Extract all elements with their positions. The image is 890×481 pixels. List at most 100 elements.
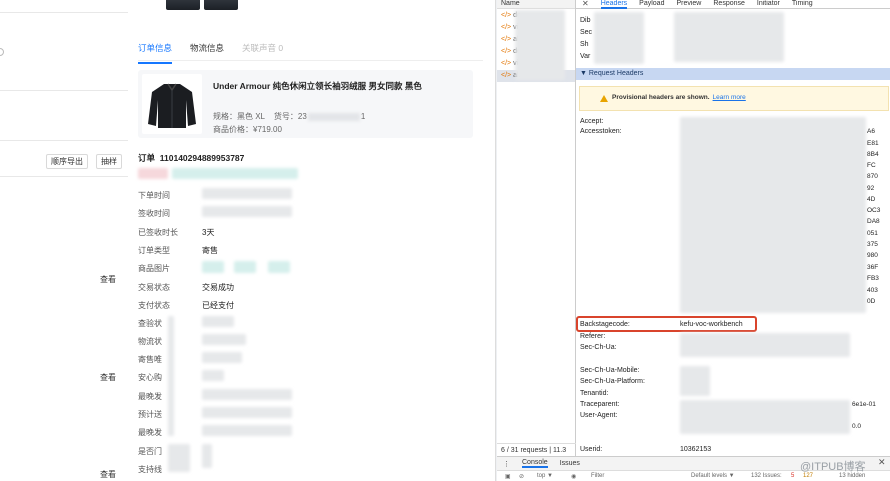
tab-initiator[interactable]: Initiator — [757, 0, 780, 7]
field-label: 商品图片 — [138, 264, 170, 273]
order-label: 订单 — [138, 153, 156, 163]
label-blur — [168, 316, 174, 436]
header-backstagecode: Backstagecode: — [580, 321, 630, 328]
field-label: 是否门 — [138, 447, 162, 456]
divider — [0, 176, 128, 177]
detail-tabs: ✕ Headers Payload Preview Response Initi… — [576, 0, 890, 9]
view-link[interactable]: 查看 — [100, 469, 116, 480]
response-header-name: Sh — [580, 41, 589, 48]
value-blur — [202, 425, 292, 436]
export-button[interactable]: 顺序导出 — [46, 154, 88, 169]
image-blur — [202, 261, 224, 273]
image-blur — [234, 261, 256, 273]
sku-prefix: 23 — [297, 112, 307, 121]
product-thumbnails — [166, 0, 238, 10]
backstagecode-value[interactable]: kefu-voc-workbench — [680, 321, 743, 328]
token-fragment: 870 — [867, 173, 878, 180]
watermark: @ITPUB博客 — [800, 461, 866, 473]
close-icon[interactable]: ✕ — [582, 0, 589, 8]
tab-headers[interactable]: Headers — [600, 0, 628, 9]
eye-icon[interactable]: ◉ — [571, 473, 576, 480]
devtools-panel: Name </>de </>vi </>all </>de </>vi </>a… — [497, 0, 890, 481]
field-label: 签收时间 — [138, 209, 170, 218]
field-label: 支付状态 — [138, 301, 170, 310]
field-label: 交易状态 — [138, 283, 170, 292]
sample-button[interactable]: 抽样 — [96, 154, 122, 169]
divider — [0, 12, 128, 13]
platform-blur — [680, 366, 710, 396]
tab-issues[interactable]: Issues — [560, 460, 580, 467]
spec-value: 黑色 XL — [237, 112, 266, 121]
field-value: 交易成功 — [202, 283, 234, 292]
token-fragment: 403 — [867, 287, 878, 294]
product-title: Under Armour 纯色休闲立领长袖羽绒服 男女同款 黑色 — [213, 81, 422, 91]
sku-label: 货号： — [273, 112, 298, 121]
divider — [0, 140, 128, 141]
spec-label: 规格： — [213, 112, 237, 121]
field-label: 物流状 — [138, 337, 162, 346]
userid-value: 10362153 — [680, 446, 712, 453]
menu-icon[interactable]: ⋮ — [503, 460, 510, 468]
field-label: 最晚发 — [138, 392, 162, 401]
useragent-blur — [680, 400, 850, 434]
header-sec-ch-ua: Sec-Ch-Ua: — [580, 344, 617, 351]
header-accesstoken: Accesstoken: — [580, 128, 622, 135]
field-value: 已经支付 — [202, 301, 234, 310]
requests-size: 11.3 — [553, 447, 567, 454]
close-icon[interactable]: ✕ — [878, 457, 886, 468]
xhr-icon: </> — [501, 60, 512, 67]
request-headers-section[interactable]: ▼ Request Headers — [576, 68, 890, 80]
value-blur — [202, 316, 234, 327]
divider — [0, 90, 128, 91]
background-app: 顺序导出 抽样 查看 查看 查看 — [0, 0, 128, 481]
sku-suffix: 1 — [360, 112, 366, 121]
referer-blur — [680, 333, 850, 357]
xhr-icon: </> — [501, 36, 512, 43]
tag-blur — [138, 168, 168, 179]
radio-icon[interactable] — [0, 48, 4, 56]
product-card: Under Armour 纯色休闲立领长袖羽绒服 男女同款 黑色 规格：黑色 X… — [138, 70, 473, 138]
field-label: 下单时间 — [138, 191, 170, 200]
filter-input[interactable]: Filter — [591, 473, 604, 479]
header-accept: Accept: — [580, 118, 604, 125]
product-thumbnail[interactable] — [166, 0, 200, 10]
token-fragment: FB3 — [867, 275, 879, 282]
learn-more-link[interactable]: Learn more — [713, 94, 746, 101]
value-blur — [202, 444, 212, 468]
name-column-header[interactable]: Name — [497, 0, 575, 9]
field-label: 预计送 — [138, 410, 162, 419]
response-values-blur — [674, 12, 784, 62]
tab-timing[interactable]: Timing — [792, 0, 813, 7]
product-thumbnail[interactable] — [204, 0, 238, 10]
network-request-list: Name </>de </>vi </>all </>de </>vi </>a… — [497, 0, 576, 456]
field-value: 3天 — [202, 228, 215, 237]
value-blur — [202, 334, 246, 345]
field-label: 订单类型 — [138, 246, 170, 255]
xhr-icon: </> — [501, 12, 512, 19]
value-blur — [202, 389, 292, 400]
token-fragment: 051 — [867, 230, 878, 237]
token-fragment: DA8 — [867, 218, 880, 225]
image-blur — [268, 261, 290, 273]
clear-console-icon[interactable]: ⊘ — [519, 473, 524, 480]
header-sec-ch-ua-mobile: Sec-Ch-Ua-Mobile: — [580, 367, 640, 374]
sidebar-toggle-icon[interactable]: ▣ — [505, 473, 511, 480]
issues-count[interactable]: 132 Issues: — [751, 473, 782, 479]
order-tags — [138, 168, 298, 179]
view-link[interactable]: 查看 — [100, 372, 116, 383]
tab-preview[interactable]: Preview — [676, 0, 701, 7]
log-levels-dropdown[interactable]: Default levels ▼ — [691, 473, 735, 479]
view-link[interactable]: 查看 — [100, 274, 116, 285]
order-detail-drawer: 订单信息 物流信息 关联声音 0 Under Armour 纯色休闲立领长袖羽绒… — [128, 0, 496, 481]
token-fragment: 375 — [867, 241, 878, 248]
requests-count: 6 / 31 requests — [501, 447, 548, 454]
request-detail: ✕ Headers Payload Preview Response Initi… — [576, 0, 890, 456]
tab-console[interactable]: Console — [522, 459, 548, 468]
screen: 顺序导出 抽样 查看 查看 查看 订单信息 物流信息 关联声音 0 Under … — [0, 0, 890, 481]
product-spec: 规格：黑色 XL 货号：23 1 — [213, 111, 365, 122]
price-label: 商品价格： — [213, 125, 253, 134]
order-number-value[interactable]: 110140294889953787 — [160, 153, 245, 163]
context-selector[interactable]: top ▼ — [537, 473, 553, 479]
tab-response[interactable]: Response — [713, 0, 745, 7]
tab-payload[interactable]: Payload — [639, 0, 664, 7]
